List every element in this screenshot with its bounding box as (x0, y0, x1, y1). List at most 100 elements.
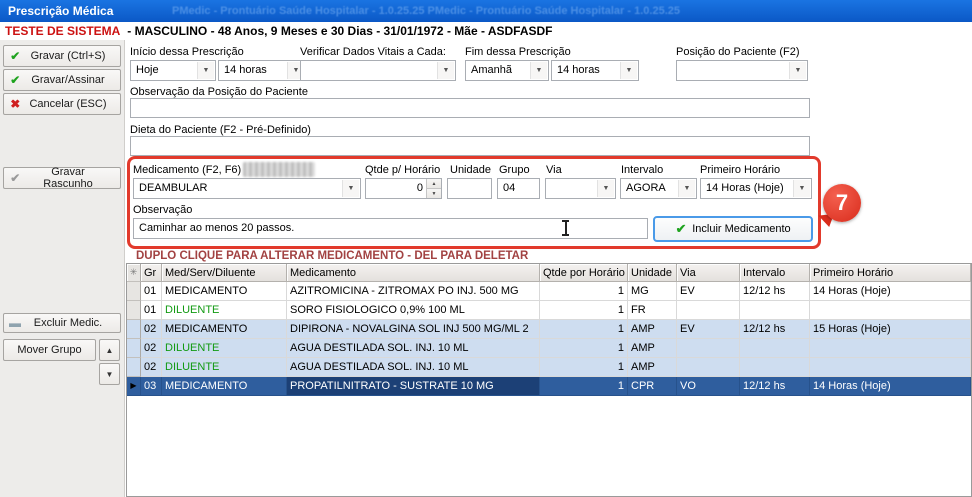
col-header-gr[interactable]: Gr (141, 264, 162, 282)
cell-qtde: 1 (540, 282, 628, 301)
window-title: Prescrição Médica (8, 0, 113, 22)
col-header-unidade[interactable]: Unidade (628, 264, 677, 282)
intervalo-value: AGORA (626, 182, 666, 194)
qtde-stepper[interactable]: 0 ▲ ▼ (365, 178, 442, 199)
cell-tipo: MEDICAMENTO (162, 377, 287, 396)
cell-intervalo: 12/12 hs (740, 320, 810, 339)
grid-hint: DUPLO CLIQUE PARA ALTERAR MEDICAMENTO - … (136, 250, 528, 262)
table-row-selected[interactable]: ▶ 03 MEDICAMENTO PROPATILNITRATO - SUSTR… (127, 377, 971, 396)
medicamento-value: DEAMBULAR (139, 182, 207, 194)
cell-horario (810, 339, 971, 358)
cell-qtde: 1 (540, 301, 628, 320)
col-header-tipo[interactable]: Med/Serv/Diluente (162, 264, 287, 282)
move-group-button[interactable]: Mover Grupo (3, 339, 96, 361)
move-group-up-button[interactable]: ▲ (99, 339, 120, 361)
minus-icon: ▬ (4, 316, 26, 330)
col-header-intervalo[interactable]: Intervalo (740, 264, 810, 282)
move-group-down-button[interactable]: ▼ (99, 363, 120, 385)
title-watermark: PMedic - Prontuário Saúde Hospitalar - 1… (172, 0, 680, 22)
inicio-hora-value: 14 horas (224, 64, 267, 76)
intervalo-label: Intervalo (621, 164, 663, 176)
move-group-button-label: Mover Grupo (4, 344, 95, 356)
title-bar: Prescrição Médica PMedic - Prontuário Sa… (0, 0, 972, 22)
cell-qtde: 1 (540, 358, 628, 377)
delete-medication-button[interactable]: ▬ Excluir Medic. (3, 313, 121, 333)
fim-hora-select[interactable]: 14 horas ▼ (551, 60, 639, 81)
patient-details: - MASCULINO - 48 Anos, 9 Meses e 30 Dias… (127, 24, 552, 38)
text-cursor-ibeam (560, 220, 571, 237)
col-header-via[interactable]: Via (677, 264, 740, 282)
table-row[interactable]: 02 DILUENTE AGUA DESTILADA SOL. INJ. 10 … (127, 358, 971, 377)
dropdown-arrow-icon: ▼ (597, 180, 614, 197)
stepper-down-icon[interactable]: ▼ (427, 189, 441, 198)
cell-gr: 03 (141, 377, 162, 396)
cell-via (677, 339, 740, 358)
cell-gr: 01 (141, 301, 162, 320)
cell-unidade: FR (628, 301, 677, 320)
grupo-input[interactable]: 04 (497, 178, 540, 199)
cell-unidade: MG (628, 282, 677, 301)
save-sign-button-label: Gravar/Assinar (26, 74, 120, 86)
via-label: Via (546, 164, 562, 176)
unidade-label: Unidade (450, 164, 491, 176)
stepper-up-icon[interactable]: ▲ (427, 179, 441, 189)
inicio-prescricao-label: Início dessa Prescrição (130, 46, 244, 58)
fim-hora-value: 14 horas (557, 64, 600, 76)
table-row[interactable]: 02 MEDICAMENTO DIPIRONA - NOVALGINA SOL … (127, 320, 971, 339)
cell-tipo: DILUENTE (162, 358, 287, 377)
fim-dia-value: Amanhã (471, 64, 512, 76)
check-icon: ✔ (4, 49, 26, 63)
incluir-medicamento-button[interactable]: ✔ Incluir Medicamento (653, 216, 813, 242)
unidade-input[interactable] (447, 178, 492, 199)
intervalo-select[interactable]: AGORA ▼ (620, 178, 697, 199)
col-header-qtde[interactable]: Qtde por Horário (540, 264, 628, 282)
cell-tipo: DILUENTE (162, 301, 287, 320)
posicao-paciente-select[interactable]: ▼ (676, 60, 808, 81)
inicio-dia-select[interactable]: Hoje ▼ (130, 60, 216, 81)
save-button[interactable]: ✔ Gravar (Ctrl+S) (3, 45, 121, 67)
asterisk-icon: ✳ (130, 267, 138, 278)
dieta-paciente-input[interactable] (130, 136, 810, 156)
stepper-buttons: ▲ ▼ (426, 179, 441, 198)
col-header-medicamento[interactable]: Medicamento (287, 264, 540, 282)
row-indicator (127, 358, 141, 377)
primeiro-horario-label: Primeiro Horário (700, 164, 780, 176)
fim-prescricao-label: Fim dessa Prescrição (465, 46, 571, 58)
fim-dia-select[interactable]: Amanhã ▼ (465, 60, 549, 81)
cancel-button-label: Cancelar (ESC) (26, 98, 120, 110)
save-sign-button[interactable]: ✔ Gravar/Assinar (3, 69, 121, 91)
cross-icon: ✖ (4, 97, 26, 111)
primeiro-horario-select[interactable]: 14 Horas (Hoje) ▼ (700, 178, 812, 199)
cell-gr: 02 (141, 320, 162, 339)
via-select[interactable]: ▼ (545, 178, 616, 199)
table-row[interactable]: 01 DILUENTE SORO FISIOLOGICO 0,9% 100 ML… (127, 301, 971, 320)
medicamento-select[interactable]: DEAMBULAR ▼ (133, 178, 361, 199)
redacted-label (243, 162, 315, 177)
col-header-horario[interactable]: Primeiro Horário (810, 264, 971, 282)
sidebar: ✔ Gravar (Ctrl+S) ✔ Gravar/Assinar ✖ Can… (0, 40, 125, 497)
dropdown-arrow-icon: ▼ (789, 62, 806, 79)
table-row[interactable]: 02 DILUENTE AGUA DESTILADA SOL. INJ. 10 … (127, 339, 971, 358)
qtde-value: 0 (366, 179, 426, 198)
cell-gr: 02 (141, 339, 162, 358)
arrow-down-icon: ▼ (106, 370, 114, 379)
obs-posicao-input[interactable] (130, 98, 810, 118)
posicao-paciente-label: Posição do Paciente (F2) (676, 46, 800, 58)
table-row[interactable]: 01 MEDICAMENTO AZITROMICINA - ZITROMAX P… (127, 282, 971, 301)
primeiro-horario-value: 14 Horas (Hoje) (706, 182, 784, 194)
arrow-up-icon: ▲ (106, 346, 114, 355)
cell-intervalo (740, 339, 810, 358)
inicio-dia-value: Hoje (136, 64, 159, 76)
inicio-hora-select[interactable]: 14 horas ▼ (218, 60, 306, 81)
grid-header-row: ✳ Gr Med/Serv/Diluente Medicamento Qtde … (127, 264, 971, 282)
cell-horario (810, 358, 971, 377)
row-indicator: ▶ (127, 377, 141, 396)
cancel-button[interactable]: ✖ Cancelar (ESC) (3, 93, 121, 115)
cell-horario: 15 Horas (Hoje) (810, 320, 971, 339)
cell-unidade: AMP (628, 358, 677, 377)
cell-medicamento: AZITROMICINA - ZITROMAX PO INJ. 500 MG (287, 282, 540, 301)
cell-via (677, 358, 740, 377)
save-draft-button[interactable]: ✔ Gravar Rascunho (3, 167, 121, 189)
dados-vitais-select[interactable]: ▼ (300, 60, 456, 81)
observacao-label: Observação (133, 204, 192, 216)
